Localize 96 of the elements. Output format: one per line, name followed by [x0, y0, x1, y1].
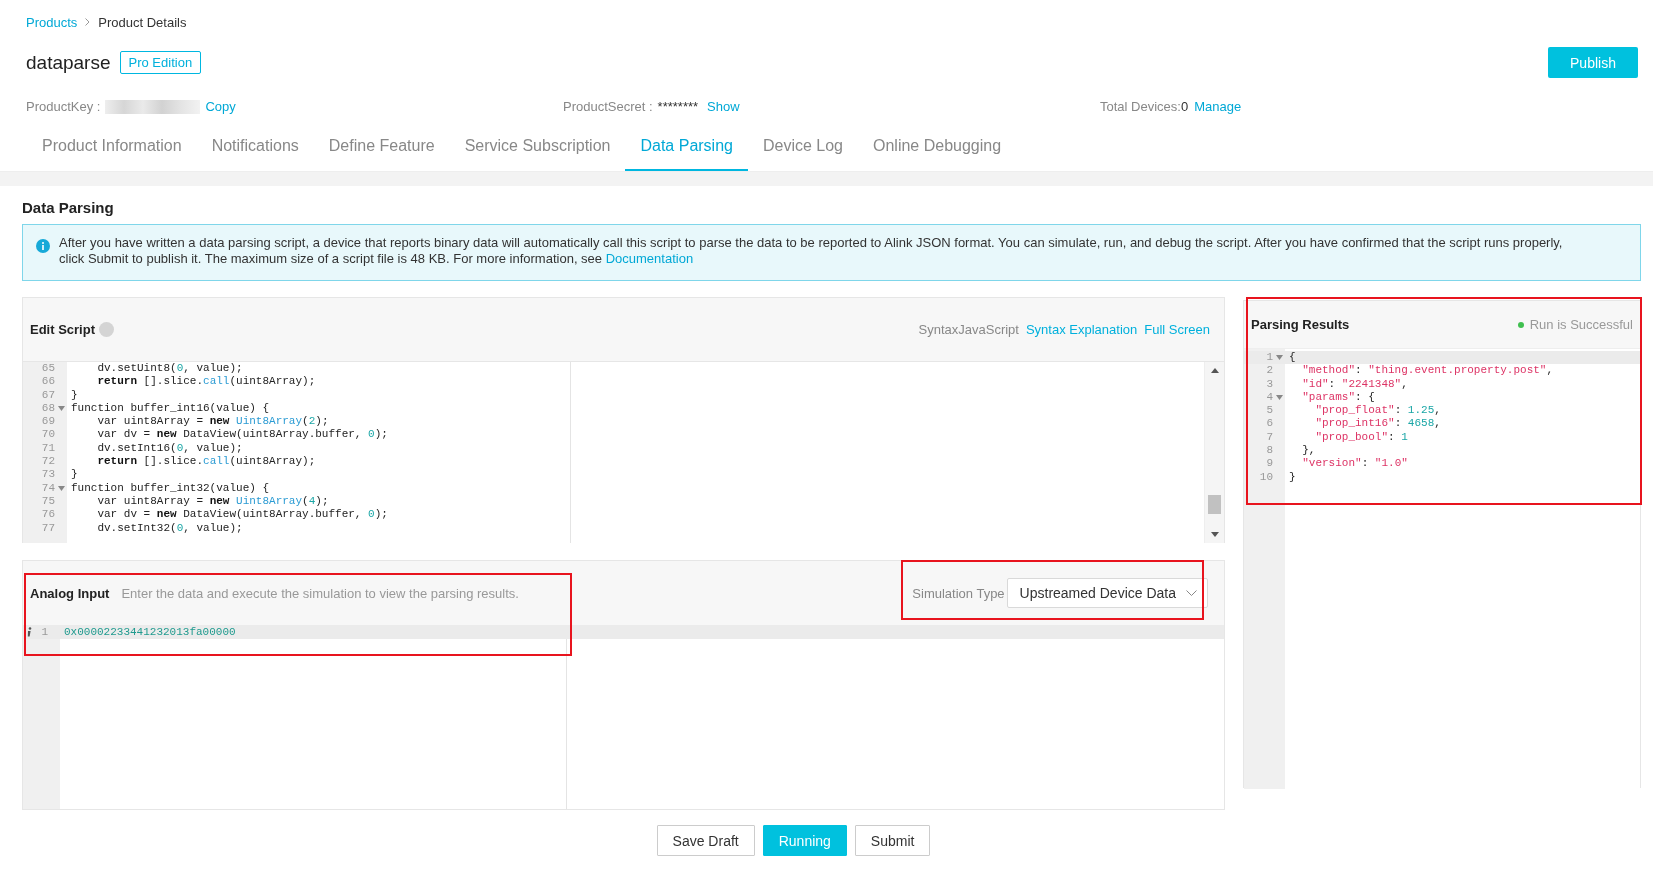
action-button[interactable]: Save Draft — [656, 825, 755, 856]
tab[interactable]: Service Subscription — [449, 137, 626, 171]
line-number: 69 — [41, 415, 55, 429]
code-line: dv.setInt32(0, value); — [96, 521, 243, 535]
line-number: 7 — [1266, 430, 1273, 445]
code-line: "method": "thing.event.property.post", — [1301, 364, 1554, 378]
code-line: { — [1288, 351, 1296, 365]
documentation-link[interactable]: Documentation — [605, 251, 694, 266]
line-number: 3 — [1266, 377, 1273, 391]
code-line: "prop_int16": 4658, — [1314, 417, 1441, 431]
tab[interactable]: Online Debugging — [858, 137, 1017, 171]
product-key-label: ProductKey : — [26, 99, 101, 114]
line-number: 76 — [41, 508, 55, 522]
panel-hint: Enter the data and execute the simulation to view the parsing results. — [121, 585, 519, 601]
action-button[interactable]: Submit — [854, 825, 931, 856]
chevron-right-icon — [85, 18, 91, 26]
panel-title: Edit Script — [30, 322, 95, 337]
line-number: 74 — [41, 481, 55, 495]
show-link[interactable]: Show — [707, 99, 740, 114]
code-line: return [].slice.call(uint8Array); — [96, 375, 316, 389]
notice-text: After you have written a data parsing script, a device that reports binary data will automatically call this script to parse the data to be reported to Alink JSON format. You can simulate, run, and debug the script. After you have confirmed that the script runs properly, click Submit to publish it. The maximum size of a script file is 48 KB. For more information, see Documentation — [59, 235, 1564, 267]
manage-link[interactable]: Manage — [1194, 99, 1242, 114]
code-line: 0x00002233441232013fa00000 — [63, 625, 236, 639]
tab[interactable]: Define Feature — [313, 137, 450, 171]
scrollbar[interactable] — [1204, 362, 1224, 543]
code-line: var uint8Array = new Uint8Array(4); — [96, 494, 329, 509]
line-number: 71 — [41, 441, 55, 456]
line-number: 73 — [41, 468, 55, 482]
publish-button[interactable]: Publish — [1548, 47, 1638, 78]
line-number: 68 — [41, 401, 55, 416]
section-title: Data Parsing — [22, 198, 115, 216]
fold-icon[interactable] — [58, 485, 65, 491]
code-line: dv.setInt16(0, value); — [96, 441, 243, 456]
scroll-down-icon[interactable] — [1210, 532, 1219, 537]
code-line: function buffer_int16(value) { — [70, 401, 270, 416]
field-label: Simulation Type — [912, 585, 1005, 601]
total-devices-label: Total Devices: — [1100, 99, 1181, 114]
line-number: 1 — [41, 625, 48, 639]
simulation-type-dropdown[interactable]: Upstreamed Device Data — [1006, 578, 1208, 608]
line-number: 8 — [1266, 444, 1273, 458]
copy-link[interactable]: Copy — [205, 99, 236, 114]
tab[interactable]: Device Log — [747, 137, 858, 171]
toolbar-link[interactable]: Syntax Explanation — [1025, 322, 1138, 337]
code-line: var dv = new DataView(uint8Array.buffer, 0); — [96, 428, 388, 442]
code-line: } — [70, 388, 78, 402]
line-number: 72 — [41, 455, 55, 469]
code-line: "prop_bool": 1 — [1314, 430, 1408, 445]
syntax-label: SyntaxJavaScript — [918, 322, 1019, 337]
run-button[interactable]: Running — [762, 825, 847, 856]
line-number: 66 — [41, 375, 55, 389]
code-line: return [].slice.call(uint8Array); — [96, 455, 316, 469]
line-number: 67 — [41, 388, 55, 402]
code-line: "id": "2241348", — [1301, 377, 1408, 391]
fold-icon[interactable] — [58, 406, 65, 412]
chevron-down-icon — [1186, 590, 1197, 596]
line-number: 75 — [41, 494, 55, 509]
code-line: var uint8Array = new Uint8Array(2); — [96, 415, 329, 429]
toolbar-link[interactable]: Full Screen — [1144, 322, 1210, 337]
line-number: 9 — [1266, 457, 1273, 471]
code-line: "version": "1.0" — [1301, 457, 1408, 471]
line-number: 10 — [1259, 470, 1273, 484]
tab[interactable]: Product Information — [27, 137, 197, 171]
status-text: Run is Successful — [1529, 317, 1633, 332]
line-number: 70 — [41, 428, 55, 442]
code-line: dv.setUint8(0, value); — [96, 362, 243, 376]
edition-badge: Pro Edition — [119, 51, 202, 74]
tab[interactable]: Notifications — [196, 137, 314, 171]
scroll-thumb[interactable] — [1208, 495, 1221, 514]
tab[interactable]: Data Parsing — [625, 137, 748, 171]
line-number: 2 — [1266, 364, 1273, 378]
product-secret-label: ProductSecret : — [563, 99, 653, 114]
scroll-up-icon[interactable] — [1210, 368, 1219, 373]
code-line: } — [1288, 470, 1296, 484]
code-line: "prop_float": 1.25, — [1314, 404, 1441, 418]
code-line: }, — [1301, 444, 1316, 458]
line-number: 5 — [1266, 404, 1273, 418]
input-field[interactable]: 1 0x00002233441232013fa00000 — [23, 625, 1224, 809]
line-number: 4 — [1266, 390, 1273, 405]
code-line: } — [70, 468, 78, 482]
code-line: var dv = new DataView(uint8Array.buffer, 0); — [96, 508, 388, 522]
total-devices-value: 0 — [1180, 99, 1189, 114]
panel-title: Parsing Results — [1251, 317, 1350, 332]
breadcrumb-link[interactable]: Products — [26, 14, 78, 30]
line-number: 1 — [1266, 351, 1273, 365]
product-name: dataparse — [26, 51, 111, 74]
product-secret-value: ******** — [657, 99, 699, 114]
fold-icon[interactable] — [1276, 395, 1283, 401]
line-number: 77 — [41, 521, 55, 535]
code-line: function buffer_int32(value) { — [70, 481, 270, 495]
line-number: 65 — [41, 362, 55, 376]
panel-title: Analog Input — [30, 585, 110, 601]
fold-icon[interactable] — [1276, 355, 1283, 361]
breadcrumb-current: Product Details — [98, 14, 187, 30]
line-number: 6 — [1266, 417, 1273, 431]
info-icon — [36, 239, 50, 253]
code-line: "params": { — [1301, 390, 1375, 405]
